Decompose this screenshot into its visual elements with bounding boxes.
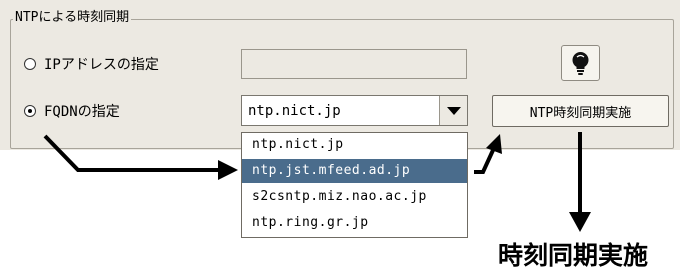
arrow-to-dropdown-icon (43, 134, 222, 172)
annotation-arrows (43, 132, 591, 232)
arrow-head-icon (486, 134, 502, 154)
annotation-caption: 時刻同期実施 (498, 241, 649, 270)
arrow-head-icon (218, 160, 238, 180)
arrow-head-icon (569, 212, 591, 232)
arrow-to-button-icon (474, 147, 496, 174)
